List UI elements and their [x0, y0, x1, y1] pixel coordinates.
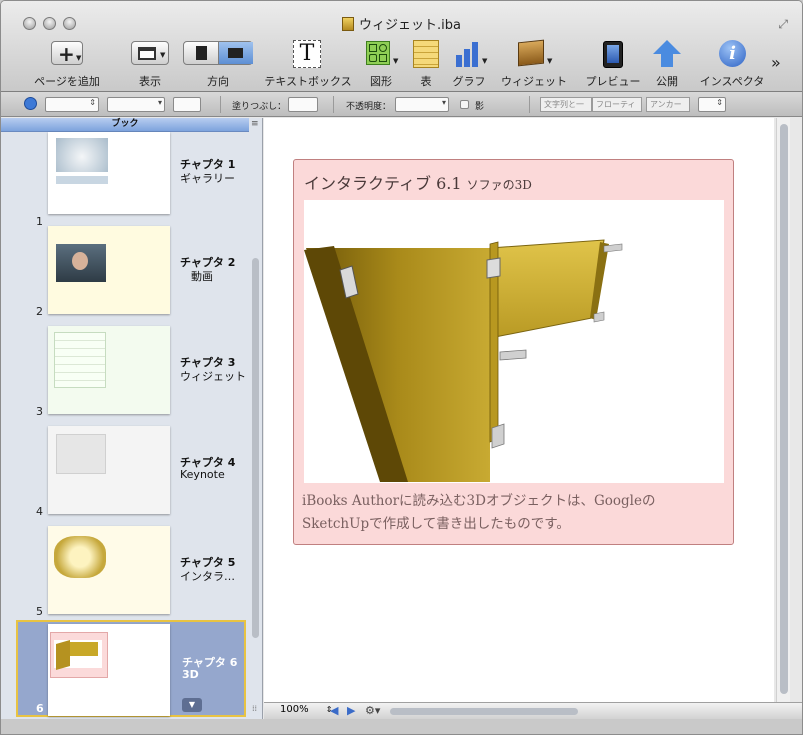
chart-button[interactable]: ▼ グラフ [451, 37, 491, 89]
fill-label: 塗りつぶし： [232, 102, 287, 112]
add-page-button[interactable]: + ▼ ページを追加 [29, 37, 105, 89]
opacity-label: 不透明度： [346, 102, 392, 112]
view-icon [138, 47, 156, 60]
plus-icon: + [58, 42, 75, 66]
portrait-page-icon [196, 46, 207, 60]
dropdown-arrow-icon: ▼ [482, 57, 488, 65]
sidebar-header: ブック [1, 118, 249, 132]
view-button[interactable]: ▼ 表示 [127, 37, 173, 89]
paragraph-style-icon[interactable] [24, 97, 37, 110]
ipad-icon [603, 41, 623, 68]
inspector-icon: i [719, 40, 746, 67]
expand-chapter-button[interactable]: ▼ [182, 698, 202, 712]
3d-object-viewer[interactable] [304, 200, 724, 483]
shadow-checkbox[interactable] [460, 100, 469, 109]
canvas-horizontal-scrollbar[interactable] [390, 708, 578, 715]
textbox-icon: T [293, 40, 321, 68]
widget-icon [518, 39, 544, 67]
chapter-thumbnail [48, 526, 170, 614]
portrait-button[interactable] [184, 42, 219, 64]
sidebar-menu-icon[interactable]: ≡ [251, 120, 261, 130]
canvas-vertical-scrollbar[interactable] [776, 118, 790, 702]
shadow-label: 影 [475, 102, 485, 112]
font-family-select[interactable]: ⇕ [45, 97, 99, 112]
font-size-field[interactable] [173, 97, 201, 112]
chapter-item-4[interactable]: 4 チャプタ 4 Keynote [16, 422, 246, 518]
page-subtitle: ソファの3D [466, 178, 532, 192]
table-button[interactable]: 表 [409, 37, 443, 89]
toolbar: + ▼ ページを追加 ▼ 表示 方向 T テキストボックス ▼ 図形 表 ▼ グ… [1, 37, 802, 89]
window-title: ウィジェット.iba [1, 14, 802, 33]
widget-button[interactable]: ▼ ウィジェット [499, 37, 569, 89]
orientation-control[interactable]: 方向 [183, 37, 253, 89]
page: インタラクティブ 6.1 ソファの3D iBooks Authorに読み込む3D… [293, 159, 734, 545]
dropdown-arrow-icon: ▼ [547, 57, 553, 65]
chapter-thumbnail [48, 426, 170, 514]
next-page-button[interactable]: ▶ [347, 704, 355, 717]
wrap-button[interactable]: 文字列と一 [540, 97, 592, 112]
sofa-3d-model [304, 239, 623, 482]
dropdown-arrow-icon: ▼ [393, 57, 399, 65]
fill-color-well[interactable] [288, 97, 318, 112]
book-sidebar: ブック ≡ 1 チャプタ 1 ギャラリー 2 チャプタ 2 動画 3 チャプタ … [1, 118, 263, 719]
zoom-select[interactable]: 100% ⇕ [276, 704, 336, 718]
publish-icon [653, 40, 681, 54]
dropdown-arrow-icon: ▼ [76, 54, 82, 62]
preview-button[interactable]: プレビュー [583, 37, 643, 89]
publish-button[interactable]: 公開 [647, 37, 687, 89]
anchor-button[interactable]: アンカー [646, 97, 690, 112]
dropdown-arrow-icon: ▼ [160, 51, 166, 59]
chapter-item-3[interactable]: 3 チャプタ 3 ウィジェット [16, 322, 246, 418]
document-icon [342, 17, 355, 31]
page-canvas: インタラクティブ 6.1 ソファの3D iBooks Authorに読み込む3D… [264, 118, 774, 702]
format-bar: ⇕ ▾ 塗りつぶし： 不透明度： ▾ 影 文字列と一 フローティ アンカー ⇕ [1, 92, 802, 117]
chapter-thumbnail [48, 226, 170, 314]
chapter-item-6[interactable]: 6 チャプタ 6 3D ▼ [16, 620, 246, 717]
floating-button[interactable]: フローティ [592, 97, 642, 112]
sidebar-resize-handle[interactable]: ⁞⁞ [252, 704, 257, 713]
gear-icon[interactable]: ⚙▾ [365, 704, 380, 717]
previous-page-button[interactable]: ◀ [330, 704, 338, 717]
sidebar-scrollbar[interactable] [252, 258, 259, 638]
status-bar: 100% ⇕ ◀ ▶ ⚙▾ [264, 702, 802, 719]
textbox-button[interactable]: T テキストボックス [263, 37, 353, 89]
page-caption: iBooks Authorに読み込む3Dオブジェクトは、Googleの Sket… [302, 493, 656, 532]
landscape-page-icon [228, 48, 243, 58]
toolbar-overflow-button[interactable]: » [771, 53, 781, 72]
app-window: ウィジェット.iba ⤢ + ▼ ページを追加 ▼ 表示 方向 T テキストボッ… [0, 0, 803, 735]
orientation-icon [183, 41, 253, 65]
chapter-item-5[interactable]: 5 チャプタ 5 インタラ… [16, 522, 246, 618]
shapes-icon [366, 41, 390, 65]
chapter-item-2[interactable]: 2 チャプタ 2 動画 [16, 222, 246, 318]
page-title: インタラクティブ 6.1 ソファの3D [304, 170, 532, 194]
font-style-select[interactable]: ▾ [107, 97, 165, 112]
landscape-button[interactable] [219, 42, 253, 64]
chapter-thumbnail [48, 132, 170, 214]
fullscreen-icon[interactable]: ⤢ [778, 17, 788, 32]
shapes-button[interactable]: ▼ 図形 [363, 37, 403, 89]
chapter-thumbnail [48, 326, 170, 414]
opacity-select[interactable]: ▾ [395, 97, 449, 112]
chapter-item-1[interactable]: 1 チャプタ 1 ギャラリー [16, 132, 246, 228]
anchor-options-select[interactable]: ⇕ [698, 97, 726, 112]
chart-icon [454, 41, 480, 67]
window-title-text: ウィジェット.iba [359, 18, 461, 33]
title-bar: ウィジェット.iba ⤢ + ▼ ページを追加 ▼ 表示 方向 T テキストボッ… [1, 1, 802, 92]
inspector-button[interactable]: i インスペクタ [697, 37, 767, 89]
chapter-thumbnail [48, 624, 170, 716]
page-title-text: インタラクティブ 6.1 [304, 174, 462, 193]
table-icon [413, 40, 439, 68]
